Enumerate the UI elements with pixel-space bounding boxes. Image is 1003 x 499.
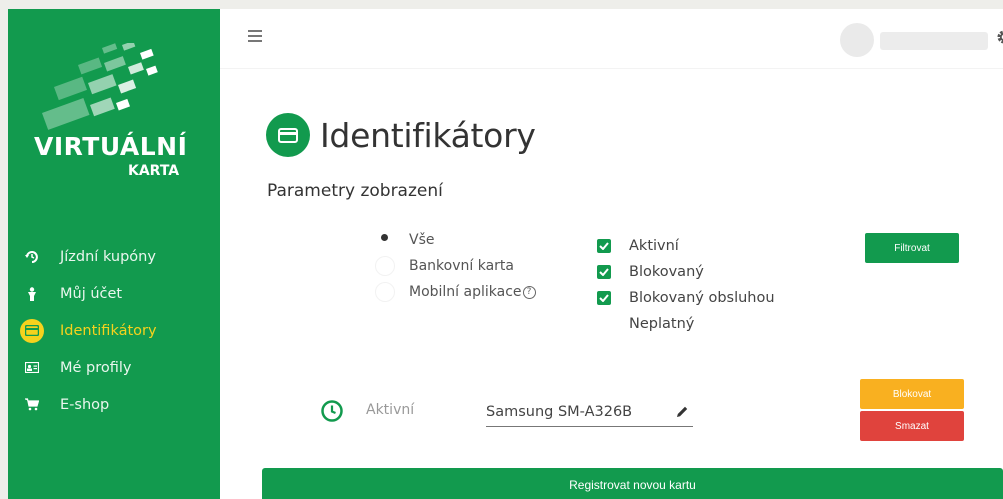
cart-icon	[20, 393, 44, 417]
logo-mark-icon	[41, 43, 158, 130]
radio-label: Vše	[409, 232, 435, 248]
radio-label: Bankovní karta	[409, 258, 514, 274]
card-name: Samsung SM-A326B	[486, 403, 633, 420]
sidebar-item-label: Jízdní kupóny	[60, 248, 156, 265]
clock-icon	[321, 400, 343, 422]
checkbox-label: Neplatný	[629, 316, 695, 332]
radio-button[interactable]	[375, 230, 395, 250]
filter-button[interactable]: Filtrovat	[865, 233, 959, 263]
top-bar	[220, 9, 1003, 69]
brand-subtitle: KARTA	[128, 163, 180, 179]
sidebar: VIRTUÁLNÍ KARTA Jízdní kupóny Můj účet I…	[8, 9, 220, 499]
card-name-field[interactable]: Samsung SM-A326B	[486, 397, 693, 427]
radio-button[interactable]	[375, 256, 395, 276]
card-status: Aktivní	[366, 402, 415, 418]
checkbox-invalid[interactable]: Neplatný	[597, 311, 775, 337]
radio-button[interactable]	[375, 282, 395, 302]
status-checkbox-group: Aktivní Blokovaný Blokovaný obsluhou Nep…	[597, 233, 775, 337]
pencil-icon[interactable]	[675, 405, 689, 419]
register-card-button[interactable]: Registrovat novou kartu	[262, 468, 1003, 499]
checkbox[interactable]	[597, 239, 611, 253]
delete-button[interactable]: Smazat	[860, 411, 964, 441]
page-title: Identifikátory	[320, 115, 536, 155]
hamburger-icon[interactable]	[248, 30, 262, 42]
card-icon	[20, 318, 44, 343]
radio-mobile-app[interactable]: Mobilní aplikace?	[375, 279, 536, 305]
ticket-icon	[20, 245, 44, 269]
sidebar-item-muj-ucet[interactable]: Můj účet	[20, 275, 220, 312]
radio-all[interactable]: Vše	[375, 227, 536, 253]
type-radio-group: Vše Bankovní karta Mobilní aplikace?	[375, 227, 536, 305]
radio-label: Mobilní aplikace	[409, 284, 522, 300]
main-content: Identifikátory Parametry zobrazení Vše B…	[220, 69, 1003, 499]
sidebar-item-label: Mé profily	[60, 359, 132, 376]
checkbox-label: Blokovaný obsluhou	[629, 290, 775, 306]
avatar[interactable]	[840, 23, 874, 57]
checkbox-active[interactable]: Aktivní	[597, 233, 775, 259]
brand-title: VIRTUÁLNÍ	[34, 132, 188, 161]
sidebar-item-identifikatory[interactable]: Identifikátory	[20, 312, 220, 349]
checkbox[interactable]	[597, 317, 611, 331]
checkbox-label: Aktivní	[629, 238, 679, 254]
filter-section-title: Parametry zobrazení	[267, 181, 443, 201]
person-icon	[20, 282, 44, 306]
checkbox-blocked-by-staff[interactable]: Blokovaný obsluhou	[597, 285, 775, 311]
sidebar-item-label: Můj účet	[60, 285, 123, 302]
sidebar-item-me-profily[interactable]: Mé profily	[20, 349, 220, 386]
page-header: Identifikátory	[266, 113, 536, 157]
checkbox[interactable]	[597, 265, 611, 279]
help-icon[interactable]: ?	[522, 285, 536, 299]
gear-icon[interactable]	[996, 29, 1003, 45]
sidebar-nav: Jízdní kupóny Můj účet Identifikátory Mé…	[20, 238, 220, 423]
checkbox[interactable]	[597, 291, 611, 305]
checkbox-label: Blokovaný	[629, 264, 704, 280]
card-icon	[266, 113, 310, 157]
sidebar-item-label: Identifikátory	[60, 322, 157, 339]
sidebar-item-label: E-shop	[60, 396, 110, 413]
app-window: VIRTUÁLNÍ KARTA Jízdní kupóny Můj účet I…	[8, 9, 1003, 499]
block-button[interactable]: Blokovat	[860, 379, 964, 409]
checkbox-blocked[interactable]: Blokovaný	[597, 259, 775, 285]
sidebar-item-jizdni-kupony[interactable]: Jízdní kupóny	[20, 238, 220, 275]
user-name-placeholder[interactable]	[880, 32, 988, 50]
sidebar-item-e-shop[interactable]: E-shop	[20, 386, 220, 423]
id-card-icon	[20, 356, 44, 380]
radio-bank-card[interactable]: Bankovní karta	[375, 253, 536, 279]
